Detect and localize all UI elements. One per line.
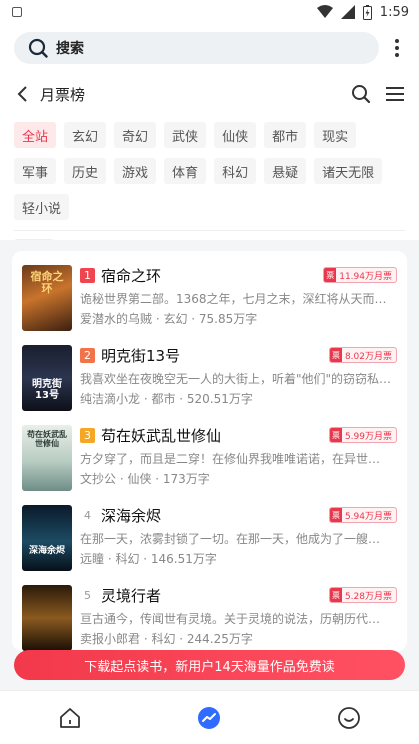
book-desc: 在那一天，浓雾封锁了一切。在那一天，他成为了一艘… <box>80 532 381 546</box>
search-input[interactable]: 搜索 <box>14 32 379 64</box>
back-button[interactable] <box>16 84 36 104</box>
cover-title: 深海余烬 <box>28 546 65 556</box>
book-meta: 文抄公 · 仙侠 · 173万字 <box>80 472 210 486</box>
cover-title: 明克街13号 <box>32 379 62 401</box>
book-item[interactable]: 明克街13号 2 明克街13号 票 8.02万月票 我喜欢坐在夜晚空无一人的大街上… <box>12 331 407 411</box>
category-chip[interactable]: 游戏 <box>114 158 157 184</box>
book-title: 灵境行者 <box>101 586 162 605</box>
rank-number: 5 <box>84 588 91 602</box>
ticket-count: 5.28万月票 <box>344 591 392 602</box>
search-row: 搜索 <box>0 24 419 64</box>
ticket-count: 5.99万月票 <box>344 431 392 442</box>
book-meta: 卖报小郎君 · 科幻 · 244.25万字 <box>80 632 253 646</box>
signal-icon <box>340 5 355 19</box>
ticket-icon: 票 <box>329 588 342 602</box>
category-chip[interactable]: 都市 <box>264 122 307 148</box>
chevron-left-icon <box>17 86 27 102</box>
title-bar: 月票榜 <box>0 68 419 120</box>
cover-title: 苟在妖武乱世修仙 <box>27 430 67 448</box>
book-meta: 远瞳 · 科幻 · 146.51万字 <box>80 552 217 566</box>
book-item[interactable]: 深海余烬 4 深海余烬 票 5.94万月票 在那一天，浓雾封锁了一切。在那一天，他… <box>12 491 407 571</box>
book-title: 苟在妖武乱世修仙 <box>101 426 222 445</box>
status-icons: 1:59 <box>316 4 409 20</box>
book-title: 明克街13号 <box>101 346 181 365</box>
nav-home[interactable] <box>50 698 90 738</box>
search-icon <box>28 38 48 58</box>
category-chip[interactable]: 历史 <box>64 158 107 184</box>
ticket-badge: 票 5.28万月票 <box>328 587 397 603</box>
search-icon[interactable] <box>351 84 371 104</box>
book-meta: 纯洁滴小龙 · 都市 · 520.51万字 <box>80 392 253 406</box>
rank-badge: 3 <box>80 427 95 443</box>
book-title: 宿命之环 <box>101 266 162 285</box>
battery-icon <box>362 4 372 20</box>
book-cover: 明克街13号 <box>22 345 72 411</box>
notification-icon <box>12 7 22 17</box>
ticket-badge: 票 8.02万月票 <box>328 347 397 363</box>
book-cover: 宿命之环 <box>22 265 72 331</box>
ranking-list: 宿命之环 1 宿命之环 票 11.94万月票 诡秘世界第二部。1368之年，七月之… <box>12 251 407 651</box>
more-menu-icon[interactable] <box>387 39 407 57</box>
ticket-badge: 票 5.94万月票 <box>328 507 397 523</box>
book-item[interactable]: 5 灵境行者 票 5.28万月票 亘古通今，传闻世有灵境。关于灵境的说法，历朝历代… <box>12 571 407 651</box>
book-cover: 深海余烬 <box>22 505 72 571</box>
category-chip[interactable]: 科幻 <box>214 158 257 184</box>
book-cover <box>22 585 72 651</box>
category-filter: 全站 玄幻 奇幻 武侠 仙侠 都市 现实 军事 历史 游戏 体育 科幻 悬疑 诸… <box>0 120 419 220</box>
category-chip[interactable]: 军事 <box>14 158 57 184</box>
smile-icon <box>338 706 361 729</box>
category-chip[interactable]: 体育 <box>164 158 207 184</box>
ticket-icon: 票 <box>324 268 337 282</box>
category-chip[interactable]: 玄幻 <box>64 122 107 148</box>
nav-discover[interactable] <box>189 698 229 738</box>
menu-icon[interactable] <box>385 85 405 103</box>
wifi-icon <box>316 5 333 18</box>
ticket-icon: 票 <box>329 428 342 442</box>
category-chip[interactable]: 奇幻 <box>114 122 157 148</box>
book-desc: 方夕穿了，而且是二穿！在修仙界我唯唯诺诺，在异世… <box>80 452 381 466</box>
category-chip[interactable]: 仙侠 <box>214 122 257 148</box>
book-desc: 我喜欢坐在夜晚空无一人的大街上，听着"他们"的窃窃私… <box>80 372 392 386</box>
rank-badge: 1 <box>80 267 95 283</box>
bottom-nav <box>0 690 419 744</box>
book-item[interactable]: 宿命之环 1 宿命之环 票 11.94万月票 诡秘世界第二部。1368之年，七月之… <box>12 251 407 331</box>
trend-icon <box>198 706 221 729</box>
ticket-count: 11.94万月票 <box>339 271 392 282</box>
clock: 1:59 <box>379 4 409 20</box>
nav-profile[interactable] <box>329 698 369 738</box>
ticket-icon: 票 <box>329 348 342 362</box>
ticket-badge: 票 11.94万月票 <box>323 267 397 283</box>
book-meta: 爱潜水的乌贼 · 玄幻 · 75.85万字 <box>80 312 258 326</box>
book-cover: 苟在妖武乱世修仙 <box>22 425 72 491</box>
book-title: 深海余烬 <box>101 506 162 525</box>
home-icon <box>59 707 80 728</box>
ticket-count: 8.02万月票 <box>344 351 392 362</box>
rank-badge: 2 <box>80 347 95 363</box>
status-bar: 1:59 <box>0 0 419 24</box>
download-banner-button[interactable]: 下载起点读书，新用户14天海量作品免费读 <box>14 650 405 680</box>
search-placeholder: 搜索 <box>56 41 84 57</box>
book-item[interactable]: 苟在妖武乱世修仙 3 苟在妖武乱世修仙 票 5.99万月票 方夕穿了，而且是二穿！… <box>12 411 407 491</box>
rank-number: 4 <box>84 508 91 522</box>
category-chip[interactable]: 轻小说 <box>14 194 70 220</box>
category-chip[interactable]: 现实 <box>314 122 357 148</box>
page-title: 月票榜 <box>40 85 86 104</box>
ticket-icon: 票 <box>329 508 342 522</box>
cover-title: 宿命之环 <box>30 270 64 296</box>
book-desc: 诡秘世界第二部。1368之年，七月之末，深红将从天而… <box>80 292 387 306</box>
category-chip[interactable]: 武侠 <box>164 122 207 148</box>
book-desc: 亘古通今，传闻世有灵境。关于灵境的说法，历朝历代… <box>80 612 381 626</box>
category-chip[interactable]: 诸天无限 <box>314 158 383 184</box>
ticket-count: 5.94万月票 <box>344 511 392 522</box>
ticket-badge: 票 5.99万月票 <box>328 427 397 443</box>
category-chip[interactable]: 悬疑 <box>264 158 307 184</box>
category-chip[interactable]: 全站 <box>14 122 57 148</box>
